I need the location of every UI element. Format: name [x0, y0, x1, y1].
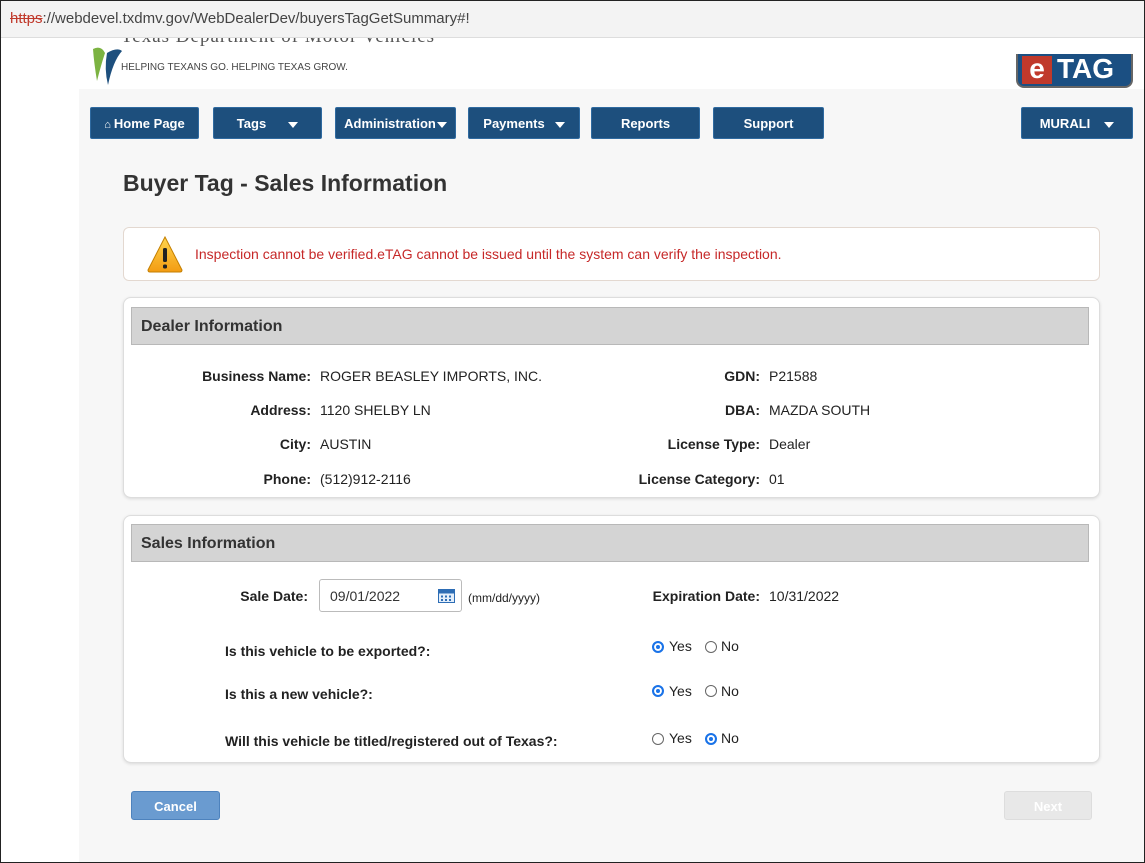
exported-question: Is this vehicle to be exported?: — [225, 643, 431, 659]
license-category-label: License Category: — [638, 471, 760, 487]
cancel-button[interactable]: Cancel — [131, 791, 220, 820]
nav-home-label: Home Page — [113, 116, 185, 131]
license-type-value: Dealer — [769, 436, 811, 452]
new-vehicle-no-radio[interactable] — [705, 685, 717, 697]
next-button[interactable]: Next — [1004, 791, 1092, 820]
phone-label: Phone: — [263, 471, 311, 487]
sales-info-heading: Sales Information — [131, 524, 1089, 562]
new-vehicle-yes-radio[interactable] — [652, 685, 664, 697]
calendar-icon[interactable] — [438, 588, 455, 603]
user-menu-button[interactable]: MURALI — [1021, 107, 1133, 139]
exported-no-radio[interactable] — [705, 641, 717, 653]
out-of-texas-no-label[interactable]: No — [721, 730, 739, 746]
chevron-down-icon — [288, 121, 299, 128]
gdn-value: P21588 — [769, 368, 818, 384]
address-label: Address: — [250, 402, 311, 418]
sale-date-value: 09/01/2022 — [330, 588, 401, 604]
out-of-texas-yes-radio[interactable] — [652, 733, 664, 745]
date-format-hint: (mm/dd/yyyy) — [468, 591, 540, 605]
url-path: ://webdevel.txdmv.gov/WebDealerDev/buyer… — [42, 10, 470, 27]
dba-label: DBA: — [725, 402, 760, 418]
business-name-value: ROGER BEASLEY IMPORTS, INC. — [320, 368, 542, 384]
nav-reports-label: Reports — [620, 116, 671, 131]
dba-value: MAZDA SOUTH — [769, 402, 871, 418]
city-label: City: — [279, 436, 311, 452]
address-bar[interactable]: https://webdevel.txdmv.gov/WebDealerDev/… — [1, 1, 1144, 38]
nav-support-label: Support — [743, 116, 794, 131]
sale-date-label: Sale Date: — [240, 588, 308, 604]
new-vehicle-question: Is this a new vehicle?: — [225, 686, 373, 702]
tagline: HELPING TEXANS GO. HELPING TEXAS GROW. — [121, 62, 348, 73]
exported-yes-radio[interactable] — [652, 641, 664, 653]
etag-logo-e: e — [1022, 55, 1052, 84]
gdn-label: GDN: — [724, 368, 760, 384]
chevron-down-icon — [554, 121, 565, 128]
browser-window: https://webdevel.txdmv.gov/WebDealerDev/… — [0, 0, 1145, 863]
exported-no-label[interactable]: No — [721, 638, 739, 654]
new-vehicle-no-label[interactable]: No — [721, 683, 739, 699]
agency-name: Texas Department of Motor Vehicles — [121, 38, 481, 47]
chevron-down-icon — [436, 121, 447, 128]
nav-administration-button[interactable]: Administration — [335, 107, 456, 139]
etag-logo: e TAG — [1016, 54, 1133, 88]
alert-message: Inspection cannot be verified.eTAG canno… — [195, 246, 782, 262]
page-title: Buyer Tag - Sales Information — [123, 170, 448, 196]
nav-payments-label: Payments — [483, 116, 545, 131]
business-name-label: Business Name: — [202, 368, 311, 384]
url-text[interactable]: https://webdevel.txdmv.gov/WebDealerDev/… — [10, 1, 470, 37]
phone-value: (512)912-2116 — [320, 471, 411, 487]
nav-home-button[interactable]: ⌂ Home Page — [90, 107, 199, 139]
city-value: AUSTIN — [320, 436, 372, 452]
exported-yes-label[interactable]: Yes — [669, 638, 692, 654]
user-name: MURALI — [1039, 116, 1091, 131]
license-type-label: License Type: — [667, 436, 760, 452]
txdmv-logo-icon — [93, 47, 122, 85]
nav-tags-button[interactable]: Tags — [213, 107, 322, 139]
left-margin — [1, 38, 79, 862]
nav-payments-button[interactable]: Payments — [468, 107, 580, 139]
nav-support-button[interactable]: Support — [713, 107, 824, 139]
out-of-texas-question: Will this vehicle be titled/registered o… — [225, 733, 558, 749]
out-of-texas-yes-label[interactable]: Yes — [669, 730, 692, 746]
nav-reports-button[interactable]: Reports — [591, 107, 700, 139]
url-protocol: https — [10, 10, 43, 27]
dealer-info-heading: Dealer Information — [131, 307, 1089, 345]
expiration-date-value: 10/31/2022 — [769, 588, 840, 604]
etag-logo-tag: TAG — [1057, 54, 1115, 84]
out-of-texas-no-radio[interactable] — [705, 733, 717, 745]
license-category-value: 01 — [769, 471, 785, 487]
home-icon: ⌂ — [104, 119, 111, 131]
new-vehicle-yes-label[interactable]: Yes — [669, 683, 692, 699]
chevron-down-icon — [1104, 121, 1115, 128]
expiration-date-label: Expiration Date: — [652, 588, 760, 604]
nav-administration-label: Administration — [344, 116, 436, 131]
warning-icon — [147, 235, 183, 273]
address-value: 1120 SHELBY LN — [320, 402, 431, 418]
nav-tags-label: Tags — [236, 116, 267, 131]
